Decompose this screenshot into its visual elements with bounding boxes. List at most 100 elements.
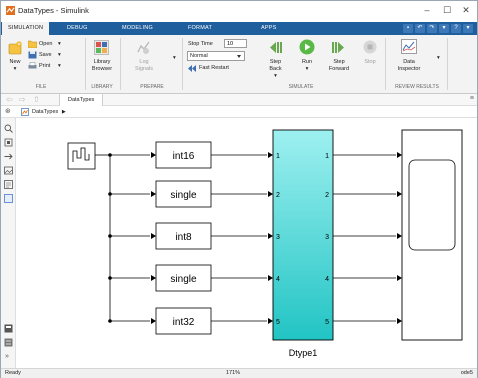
close-button[interactable]: ✕ [458, 4, 474, 17]
subsystem-output-port: 1 [325, 153, 329, 160]
step-forward-label-2[interactable]: Forward [324, 66, 354, 73]
open-dropdown-caret[interactable]: ▾ [58, 41, 61, 48]
data-inspector-icon[interactable] [401, 39, 417, 54]
review-gallery-caret[interactable]: ▾ [437, 55, 440, 62]
breadcrumb[interactable]: DataTypes ▶ [21, 107, 66, 117]
expand-panel-icon[interactable]: » [5, 353, 9, 360]
annotation-icon[interactable] [4, 180, 13, 189]
file-group-label: FILE [35, 84, 47, 90]
back-icon[interactable]: ⇦ [6, 95, 13, 104]
library-browser-icon[interactable] [94, 40, 109, 55]
step-back-caret[interactable]: ▾ [262, 73, 289, 80]
signal-arrow [268, 152, 273, 158]
breadcrumb-model[interactable]: DataTypes [32, 109, 58, 115]
signal-arrow [268, 318, 273, 324]
tab-apps[interactable]: APPS [261, 22, 276, 35]
run-label[interactable]: Run [294, 59, 320, 66]
model-browser-icon[interactable] [4, 324, 13, 333]
step-forward-label-1[interactable]: Step [324, 59, 354, 66]
menu-icon[interactable]: ≡ [470, 95, 474, 102]
run-icon[interactable] [299, 39, 315, 55]
conversion-label: int32 [173, 317, 195, 328]
tab-modeling[interactable]: MODELING [122, 22, 153, 35]
print-dropdown-caret[interactable]: ▾ [58, 63, 61, 70]
window-title: DataTypes - Simulink [18, 6, 89, 15]
maximize-button[interactable]: ☐ [439, 4, 455, 17]
tab-debug[interactable]: DEBUG [67, 22, 88, 35]
model-canvas[interactable]: int16 single int8 single int32 1 2 3 4 5 1 2 3 4 5 Dtyp… [16, 118, 477, 368]
navigation-bar: ⇦ ⇨ ⇧ DataTypes ≡ [1, 94, 477, 106]
data-inspector-label-2[interactable]: Inspector [391, 66, 427, 73]
stop-time-input[interactable] [224, 39, 247, 48]
tool-palette: » [1, 118, 16, 368]
prepare-gallery-caret[interactable]: ▾ [173, 55, 176, 62]
forward-icon[interactable]: ⇨ [19, 95, 26, 104]
new-dropdown-caret[interactable]: ▾ [5, 66, 25, 73]
conversion-label: int8 [175, 232, 192, 243]
model-icon [21, 108, 29, 116]
property-inspector-icon[interactable] [4, 338, 13, 347]
solver-name[interactable]: ode5 [461, 369, 473, 378]
data-inspector-label-1[interactable]: Data [391, 59, 427, 66]
conversion-label: single [170, 274, 197, 285]
save-icon [28, 51, 37, 59]
tab-simulation[interactable]: SIMULATION [2, 22, 50, 35]
ribbon-separator [447, 38, 448, 90]
print-button[interactable]: Print [39, 63, 50, 70]
undo-icon[interactable]: ↶ [415, 24, 425, 33]
signal-generator-block[interactable] [67, 142, 96, 170]
run-caret[interactable]: ▾ [294, 66, 320, 73]
save-button[interactable]: Save [39, 52, 52, 59]
status-text: Ready [5, 370, 21, 376]
image-icon[interactable] [4, 166, 13, 175]
conversion-label: single [170, 190, 197, 201]
signal-arrow [151, 152, 156, 158]
step-back-label-1[interactable]: Step [262, 59, 289, 66]
subsystem-input-port: 3 [276, 234, 280, 241]
signal-arrow [397, 152, 402, 158]
review-group-label: REVIEW RESULTS [395, 84, 439, 90]
log-signals-label-2: Signals [134, 66, 154, 72]
step-forward-icon[interactable] [331, 40, 346, 55]
stop-icon [363, 40, 377, 54]
open-folder-icon [28, 40, 37, 48]
save-quick-icon[interactable]: ▪ [403, 24, 413, 33]
signal-arrow [268, 275, 273, 281]
quick-access-toolbar: ▪ ↶ ↷ ▾ ? ▾ [403, 24, 473, 33]
tab-format[interactable]: FORMAT [188, 22, 212, 35]
model-browser-toggle-icon[interactable]: ⊛ [5, 107, 11, 115]
fit-view-icon[interactable] [4, 138, 13, 147]
up-icon[interactable]: ⇧ [33, 95, 40, 104]
help-icon[interactable]: ? [451, 24, 461, 33]
library-browser-label-2[interactable]: Browser [86, 66, 118, 73]
step-back-label-2[interactable]: Back [262, 66, 289, 73]
area-icon[interactable] [4, 194, 13, 203]
conversion-label: int16 [173, 151, 195, 162]
save-dropdown-caret[interactable]: ▾ [58, 52, 61, 59]
signal-arrow [151, 191, 156, 197]
new-label[interactable]: New [5, 59, 25, 66]
subsystem-name: Dtype1 [289, 348, 318, 358]
library-group-label: LIBRARY [91, 84, 113, 90]
settings-icon[interactable]: ▾ [463, 24, 473, 33]
simulate-group-label: SIMULATE [288, 84, 314, 90]
dtype-subsystem-block[interactable] [272, 129, 334, 341]
new-model-icon[interactable] [8, 41, 22, 55]
minimize-button[interactable]: – [419, 4, 435, 17]
simulation-mode-select[interactable]: Normal [187, 51, 245, 61]
zoom-icon[interactable] [4, 124, 13, 133]
chevron-right-icon: ▶ [61, 109, 66, 115]
block-diagram[interactable]: int16 single int8 single int32 1 2 3 4 5 1 2 3 4 5 Dtyp… [16, 118, 477, 368]
simulink-window: DataTypes - Simulink – ☐ ✕ SIMULATION DE… [0, 0, 478, 378]
tab-model-datatypes[interactable]: DataTypes [59, 94, 104, 106]
fast-restart-toggle[interactable]: Fast Restart [199, 65, 229, 72]
open-button[interactable]: Open [39, 41, 52, 48]
toolstrip-icon[interactable]: ▾ [439, 24, 449, 33]
library-browser-label-1[interactable]: Library [86, 59, 118, 66]
signal-arrow [397, 233, 402, 239]
arrow-icon[interactable] [4, 152, 13, 161]
redo-icon[interactable]: ↷ [427, 24, 437, 33]
chevron-down-icon [237, 55, 241, 58]
signal-arrow [397, 275, 402, 281]
step-back-icon[interactable] [268, 40, 283, 55]
